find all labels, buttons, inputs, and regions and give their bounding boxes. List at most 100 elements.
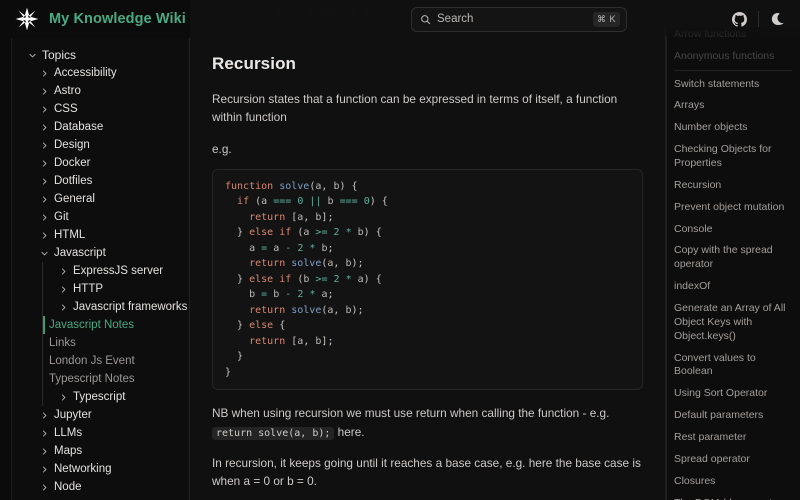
- sidebar-item-astro[interactable]: Astro: [20, 82, 183, 100]
- code-line: }: [237, 351, 244, 363]
- chevron-right-icon: [42, 448, 47, 454]
- sidebar-item-javascript[interactable]: Javascript: [20, 244, 183, 262]
- sidebar-item-london-js-event[interactable]: London Js Event: [43, 352, 183, 370]
- nav-sidebar[interactable]: Topics Accessibility Astro CSS Database Desi…: [12, 0, 190, 500]
- moon-icon: [771, 13, 784, 26]
- search-input[interactable]: Search ⌘ K: [411, 6, 627, 32]
- sidebar-item-label: London Js Event: [49, 355, 135, 367]
- chevron-right-icon: [42, 196, 47, 202]
- sidebar-item-html[interactable]: HTML: [20, 226, 183, 244]
- chevron-right-icon: [42, 178, 47, 184]
- code-line: return [a, b];: [249, 335, 334, 347]
- sidebar-item-node[interactable]: Node: [20, 478, 183, 496]
- code-line: }: [225, 366, 232, 378]
- sidebar-item-expressjs-server[interactable]: ExpressJS server: [43, 262, 183, 280]
- sidebar-item-networking[interactable]: Networking: [20, 460, 183, 478]
- chevron-right-icon: [42, 160, 47, 166]
- toc-item-switch-statements[interactable]: Switch statements: [674, 74, 792, 96]
- code-line: } else if (a >= 2 * b) {: [237, 227, 382, 239]
- toc-item-copy-with-the-spread-operator[interactable]: Copy with the spread operator: [674, 240, 792, 276]
- github-link[interactable]: [727, 7, 751, 31]
- sidebar-item-links[interactable]: Links: [43, 334, 183, 352]
- toc-item-indexof[interactable]: indexOf: [674, 276, 792, 298]
- chevron-right-icon: [42, 214, 47, 220]
- chevron-down-icon: [41, 251, 48, 255]
- sidebar-item-database[interactable]: Database: [20, 118, 183, 136]
- sidebar-item-label: HTTP: [73, 283, 104, 295]
- note-inline-code: return solve(a, b);: [212, 426, 335, 440]
- sidebar-item-general[interactable]: General: [20, 190, 183, 208]
- javascript-children: ExpressJS server HTTP Javascript framework…: [42, 262, 187, 406]
- sidebar-item-label: Links: [49, 337, 76, 349]
- toc-item-number-objects[interactable]: Number objects: [674, 117, 792, 139]
- toc-item-default-parameters[interactable]: Default parameters: [674, 405, 792, 427]
- code-line: return solve(a, b);: [249, 258, 364, 270]
- sidebar-item-accessibility[interactable]: Accessibility: [20, 64, 183, 82]
- search-icon: [421, 14, 431, 24]
- toc-item-generate-an-array-of-all-object-keys-with-object-keys-[interactable]: Generate an Array of All Object Keys wit…: [674, 298, 792, 348]
- sidebar-item-dotfiles[interactable]: Dotfiles: [20, 172, 183, 190]
- sidebar-item-llms[interactable]: LLMs: [20, 424, 183, 442]
- toc-item-the-dom-document-object-model-[interactable]: The DOM (document object model): [674, 493, 792, 500]
- code-line: if (a === 0 || b === 0) {: [237, 196, 388, 208]
- sidebar-item-typescript[interactable]: Typescript: [43, 388, 183, 406]
- toc-divider: [674, 69, 792, 71]
- sidebar-item-git[interactable]: Git: [20, 208, 183, 226]
- toc-item-console[interactable]: Console: [674, 219, 792, 241]
- base-case-paragraph: In recursion, it keeps going until it re…: [212, 456, 641, 489]
- page-title: Recursion: [212, 54, 297, 73]
- toc-item-arrays[interactable]: Arrays: [674, 95, 792, 117]
- search-shortcut-badge: ⌘ K: [592, 11, 620, 27]
- sidebar-item-label: Topics: [42, 48, 77, 62]
- sidebar-item-css[interactable]: CSS: [20, 100, 183, 118]
- sidebar-item-maps[interactable]: Maps: [20, 442, 183, 460]
- sidebar-item-javascript-frameworks[interactable]: Javascript frameworks: [43, 298, 187, 316]
- theme-toggle-button[interactable]: [766, 7, 790, 31]
- code-line: return [a, b];: [249, 211, 334, 223]
- chevron-right-icon: [61, 268, 66, 274]
- toc-item-prevent-object-mutation[interactable]: Prevent object mutation: [674, 197, 792, 219]
- sidebar-item-jupyter[interactable]: Jupyter: [20, 406, 183, 424]
- sidebar-item-typescript-notes[interactable]: Typescript Notes: [43, 370, 183, 388]
- sidebar-item-javascript-notes[interactable]: Javascript Notes: [43, 316, 183, 334]
- toc-item-closures[interactable]: Closures: [674, 471, 792, 493]
- header-brand-area[interactable]: My Knowledge Wiki: [0, 0, 190, 38]
- article-content: or can use in - property in Recursion Re…: [190, 0, 666, 500]
- sidebar-item-label: General: [54, 193, 95, 205]
- toc-item-convert-values-to-boolean[interactable]: Convert values to Boolean: [674, 348, 792, 384]
- sidebar-item-http[interactable]: HTTP: [43, 280, 183, 298]
- sidebar-item-label: Accessibility: [54, 67, 117, 79]
- app-root: Topics Accessibility Astro CSS Database Desi…: [0, 0, 800, 500]
- toc-item-rest-parameter[interactable]: Rest parameter: [674, 427, 792, 449]
- sidebar-item-label: Maps: [54, 445, 83, 457]
- sidebar-item-label: Astro: [54, 85, 81, 97]
- sidebar-item-docker[interactable]: Docker: [20, 154, 183, 172]
- chevron-right-icon: [42, 70, 47, 76]
- toc-item-checking-objects-for-properties[interactable]: Checking Objects for Properties: [674, 139, 792, 175]
- intro-paragraph: Recursion states that a function can be …: [212, 92, 618, 125]
- toc-item-using-sort-operator[interactable]: Using Sort Operator: [674, 383, 792, 405]
- toc-item-spread-operator[interactable]: Spread operator: [674, 449, 792, 471]
- chevron-right-icon: [61, 394, 66, 400]
- header-divider: [758, 11, 759, 27]
- eg-paragraph: e.g.: [212, 141, 232, 156]
- chevron-right-icon: [42, 124, 47, 130]
- chevron-right-icon: [61, 286, 66, 292]
- toc-list: EventsArrow functionsAnonymous functions…: [666, 2, 800, 500]
- sidebar-item-topics[interactable]: Topics: [20, 46, 183, 64]
- sidebar-item-label: Node: [54, 481, 82, 493]
- chevron-down-icon: [29, 53, 36, 57]
- sidebar-item-label: Jupyter: [54, 409, 92, 421]
- sparkle-star-icon: [15, 7, 39, 31]
- sidebar-item-design[interactable]: Design: [20, 136, 183, 154]
- topics-list: Accessibility Astro CSS Database Design Docke…: [20, 64, 183, 244]
- toc-item-anonymous-functions[interactable]: Anonymous functions: [674, 46, 792, 68]
- page-columns: Topics Accessibility Astro CSS Database Desi…: [0, 0, 800, 500]
- sidebar-item-label: Design: [54, 139, 90, 151]
- code-line: return solve(a, b);: [249, 304, 364, 316]
- toc-item-recursion[interactable]: Recursion: [674, 175, 792, 197]
- note-paragraph: NB when using recursion we must use retu…: [212, 404, 643, 441]
- chevron-right-icon: [42, 466, 47, 472]
- code-block[interactable]: function solve(a, b) { if (a === 0 || b …: [212, 168, 643, 391]
- table-of-contents[interactable]: EventsArrow functionsAnonymous functions…: [666, 0, 800, 500]
